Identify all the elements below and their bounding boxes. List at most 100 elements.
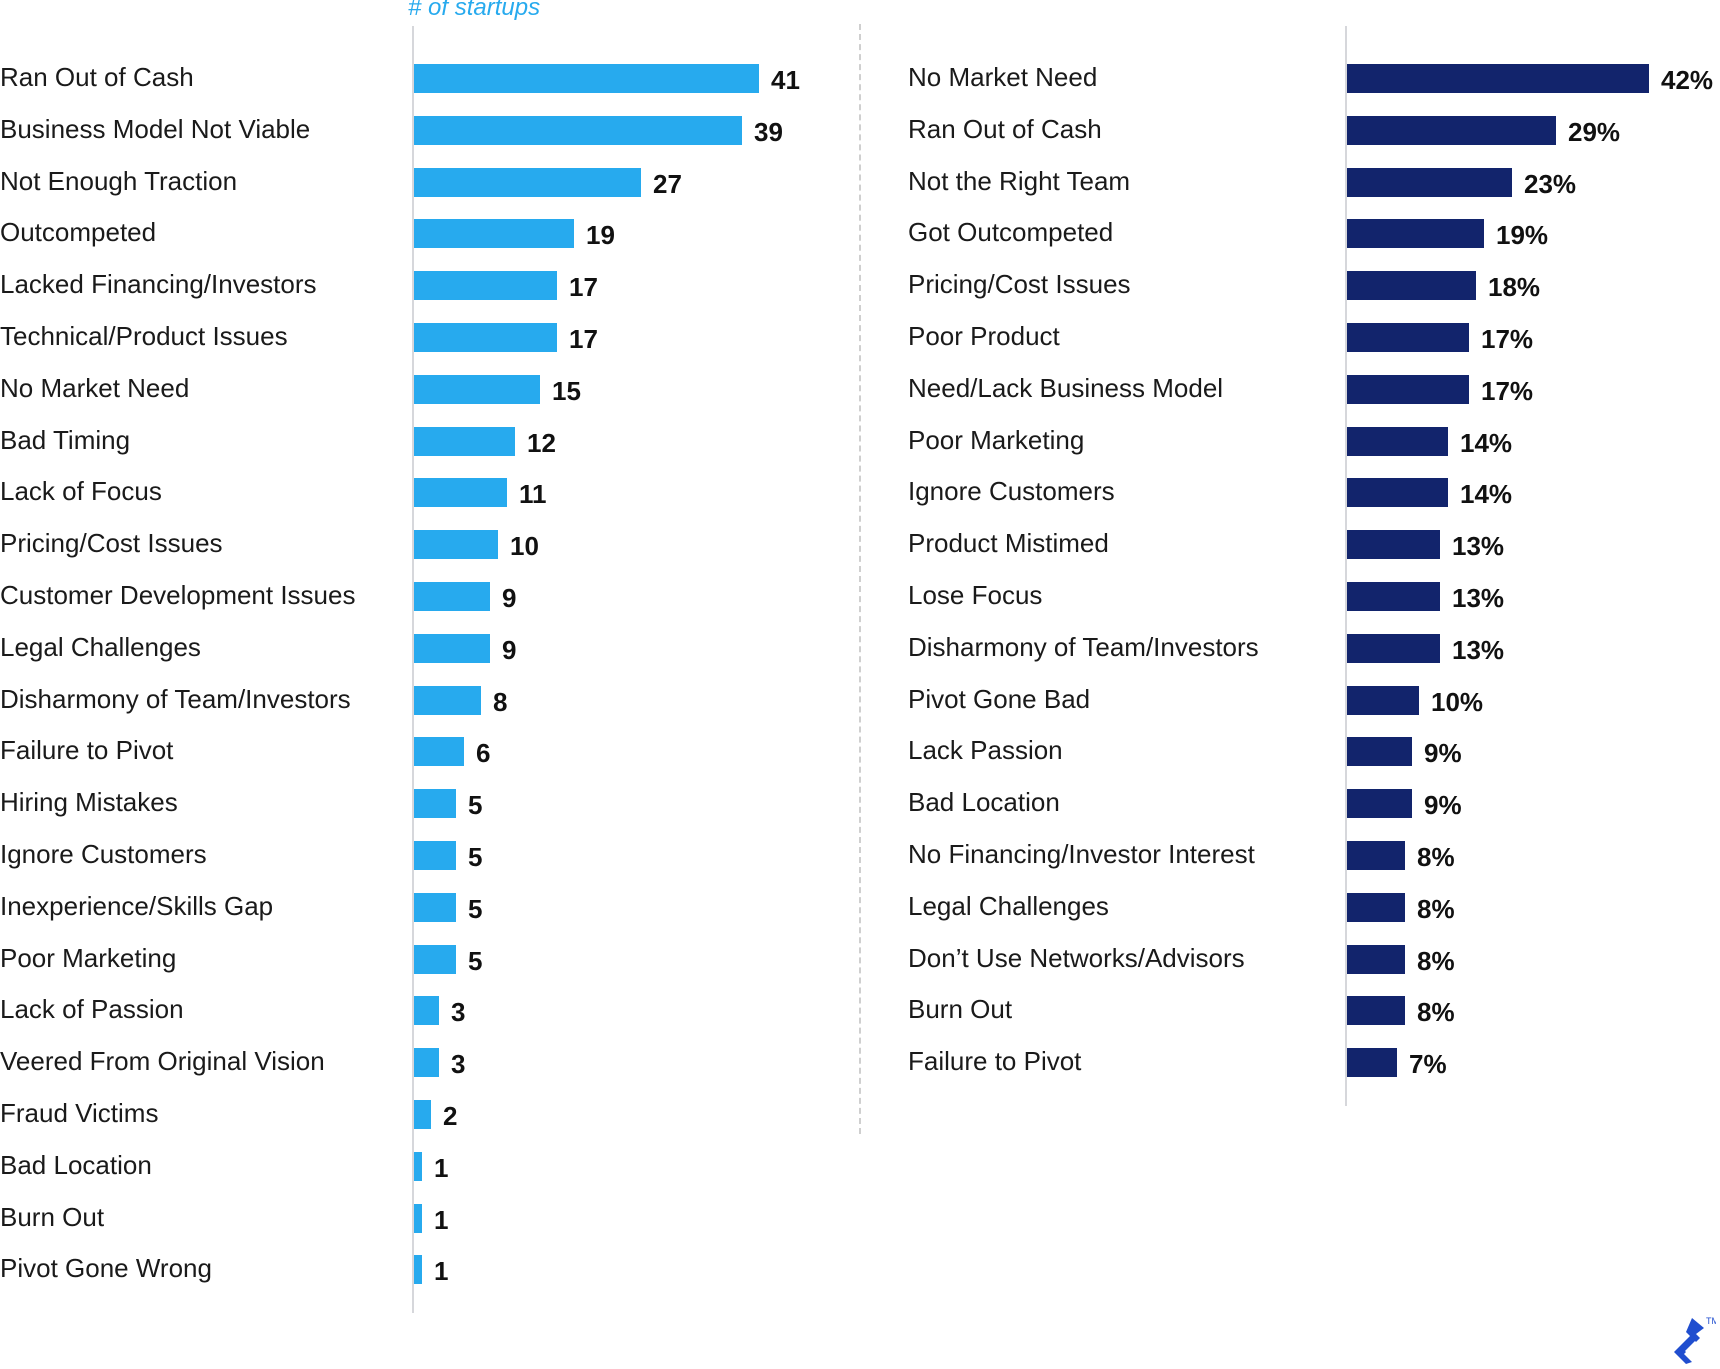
toptal-logo-icon: TM [1672,1314,1719,1364]
value-label: 1 [434,1204,449,1235]
bar [414,841,456,870]
bar [1347,530,1440,560]
value-label: 8% [1417,945,1455,976]
bar [1347,737,1412,767]
category-label: Lack of Passion [0,994,184,1025]
bar [414,323,557,352]
value-label: 7% [1409,1049,1447,1080]
value-label: 8% [1417,893,1455,924]
value-label: 12 [527,427,556,458]
value-label: 5 [468,790,483,821]
bar [1347,271,1476,301]
value-label: 5 [468,893,483,924]
bar [414,996,439,1026]
category-label: Lack of Focus [0,476,162,507]
category-label: Poor Product [908,321,1060,351]
value-label: 23% [1524,168,1577,199]
category-label: Hiring Mistakes [0,787,178,818]
value-label: 2 [443,1101,458,1131]
category-label: Got Outcompeted [908,217,1114,248]
bar [414,64,759,93]
bar [414,1203,422,1233]
value-label: 39 [754,116,783,147]
value-label: 15 [552,375,581,406]
bar [414,892,456,922]
category-label: Lack Passion [908,735,1063,766]
value-label: 19% [1496,220,1549,251]
category-label: Lose Focus [908,580,1043,610]
bar [1347,944,1405,974]
category-label: Ran Out of Cash [0,62,194,92]
value-label: 3 [451,997,466,1028]
category-label: Disharmony of Team/Investors [0,683,351,714]
value-label: 27 [653,168,682,199]
bar [1347,633,1440,663]
category-label: Veered From Original Vision [0,1046,325,1077]
value-label: 41 [771,65,800,95]
bar [414,1048,439,1078]
category-label: Technical/Product Issues [0,321,288,351]
category-label: Burn Out [908,994,1013,1025]
category-label: Don’t Use Networks/Advisors [908,942,1245,973]
bar [1347,996,1405,1026]
value-label: 5 [468,945,483,976]
bar [1347,789,1412,819]
value-label: 14% [1460,427,1513,458]
category-label: Legal Challenges [0,631,201,662]
category-label: Disharmony of Team/Investors [908,631,1259,662]
value-label: 8% [1417,997,1455,1028]
category-label: Legal Challenges [908,890,1109,921]
bar [1347,478,1448,508]
bar [1347,1048,1397,1078]
category-label: Burn Out [0,1201,105,1232]
category-label: Bad Timing [0,424,131,455]
bar [414,685,481,715]
value-label: 6 [476,738,491,769]
category-label: Product Mistimed [908,528,1109,559]
category-label: Fraud Victims [0,1098,159,1128]
bar [414,530,498,560]
bar [414,426,515,456]
category-label: Failure to Pivot [0,735,174,766]
category-label: Need/Lack Business Model [908,372,1224,403]
value-label: 8 [493,686,508,717]
value-label: 11 [519,479,547,510]
value-label: 29% [1568,116,1621,147]
value-label: 3 [451,1049,466,1080]
value-label: 17 [569,324,598,354]
category-label: Ignore Customers [0,839,207,869]
category-label: Not the Right Team [908,165,1131,196]
bar [1347,892,1405,922]
bar [1347,374,1469,404]
category-label: Lacked Financing/Investors [0,269,317,300]
bar [414,1100,431,1129]
bar [414,115,742,145]
value-label: 5 [468,842,483,872]
category-label: No Market Need [0,372,190,403]
category-label: Ignore Customers [908,476,1115,507]
bar [414,944,456,974]
bar [1347,115,1556,145]
bar [1347,167,1512,197]
value-label: 14% [1460,479,1513,510]
value-label: 42% [1661,65,1714,95]
bar [414,374,540,404]
category-label: Business Model Not Viable [0,113,311,144]
category-label: Bad Location [0,1149,152,1180]
bar [414,167,641,197]
value-label: 17% [1481,375,1534,406]
trademark-label: TM [1706,1316,1716,1326]
category-label: Pivot Gone Bad [908,683,1091,714]
bar [1347,582,1440,611]
value-label: 9 [502,634,517,665]
chart-stage: # of startups Ran Out of Cash 41 Business … [0,0,1720,1366]
bar [414,582,490,611]
category-label: Pricing/Cost Issues [908,269,1131,300]
bar [414,789,456,819]
bar [1347,219,1484,249]
bar [1347,426,1448,456]
bar [1347,841,1405,870]
category-label: Customer Development Issues [0,580,356,610]
category-label: Outcompeted [0,217,157,248]
bar [414,1255,422,1285]
